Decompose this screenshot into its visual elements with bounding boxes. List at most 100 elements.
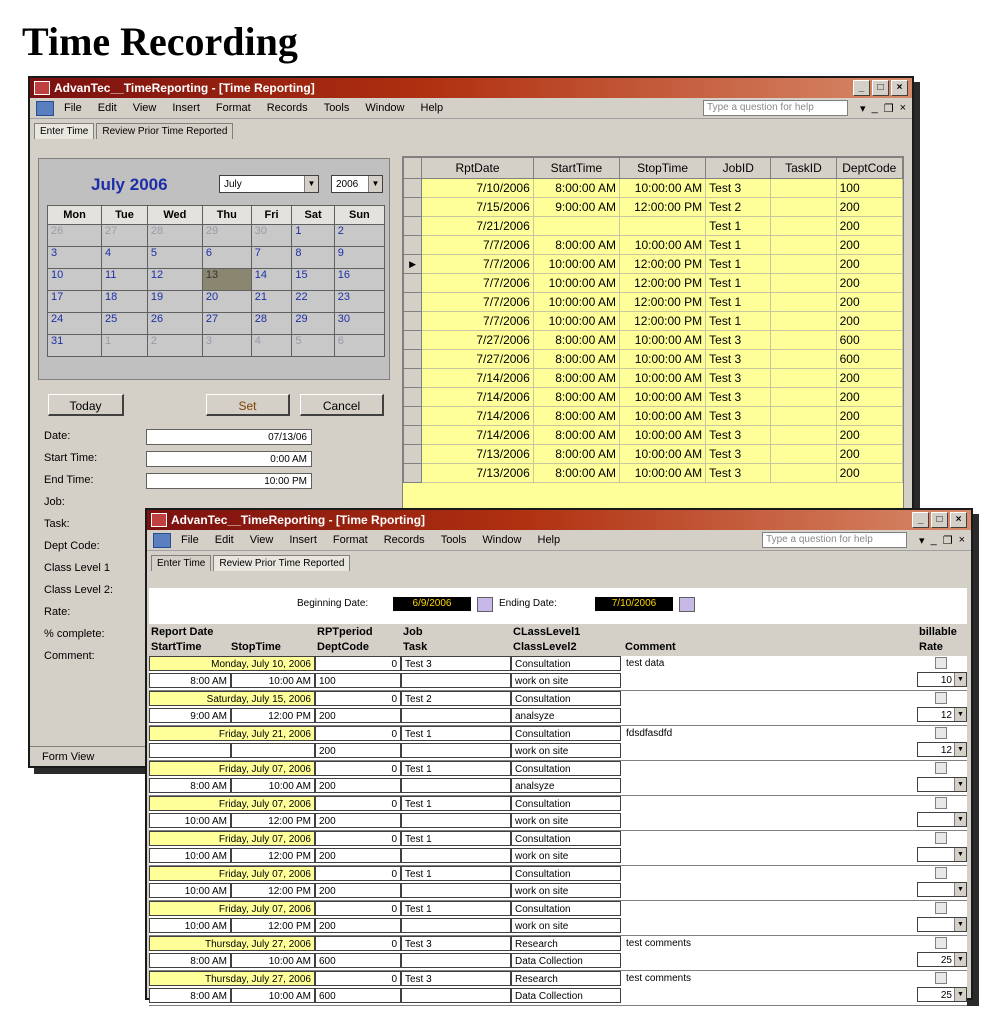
job-cell[interactable]: Test 2	[401, 691, 511, 706]
menu-help[interactable]: Help	[538, 534, 561, 546]
calendar-picker-icon[interactable]	[477, 597, 493, 612]
report-date-cell[interactable]: Friday, July 07, 2006	[149, 796, 315, 811]
table-cell[interactable]: 12:00:00 PM	[618, 273, 707, 293]
class-level2-cell[interactable]: work on site	[511, 673, 621, 688]
task-cell[interactable]	[401, 848, 511, 863]
table-cell[interactable]	[770, 273, 837, 293]
stop-time-cell[interactable]	[231, 743, 315, 758]
table-cell[interactable]: 200	[835, 425, 903, 445]
tab-enter-time[interactable]: Enter Time	[34, 123, 95, 139]
calendar-day[interactable]: 23	[333, 290, 386, 313]
table-cell[interactable]: 10:00:00 AM	[618, 368, 707, 388]
calendar-day[interactable]: 11	[101, 268, 148, 291]
date-field[interactable]: 07/13/06	[146, 429, 312, 445]
table-cell[interactable]: 7/14/2006	[421, 425, 534, 445]
table-cell[interactable]: Test 1	[705, 235, 772, 255]
calendar-day[interactable]: 14	[250, 268, 293, 291]
calendar-day[interactable]: 30	[250, 224, 293, 247]
table-cell[interactable]: 7/13/2006	[421, 463, 534, 483]
job-cell[interactable]: Test 3	[401, 936, 511, 951]
table-cell[interactable]: 10:00:00 AM	[618, 406, 707, 426]
today-button[interactable]: Today	[48, 394, 124, 416]
report-date-cell[interactable]: Friday, July 21, 2006	[149, 726, 315, 741]
table-row[interactable]: 7/7/2006 10:00:00 AM 12:00:00 PM Test 1 200	[403, 311, 903, 331]
menu-window[interactable]: Window	[365, 102, 404, 114]
table-cell[interactable]: 7/13/2006	[421, 444, 534, 464]
column-header[interactable]: TaskID	[770, 157, 837, 179]
menu-view[interactable]: View	[133, 102, 157, 114]
dept-code-cell[interactable]: 600	[315, 953, 401, 968]
table-cell[interactable]: 10:00:00 AM	[532, 311, 620, 331]
menu-insert[interactable]: Insert	[289, 534, 317, 546]
calendar-picker-icon[interactable]	[679, 597, 695, 612]
table-cell[interactable]: 200	[835, 216, 903, 236]
row-selector[interactable]	[403, 292, 423, 312]
rpt-period-cell[interactable]: 0	[315, 691, 401, 706]
help-dropdown-icon[interactable]: ▾	[860, 102, 866, 115]
start-time-cell[interactable]: 8:00 AM	[149, 778, 231, 793]
calendar-day[interactable]: 3	[201, 334, 252, 357]
billable-checkbox[interactable]	[935, 867, 947, 879]
dept-code-cell[interactable]: 200	[315, 708, 401, 723]
start-time-cell[interactable]: 9:00 AM	[149, 708, 231, 723]
row-selector[interactable]	[403, 311, 423, 331]
job-cell[interactable]: Test 3	[401, 971, 511, 986]
start-time-cell[interactable]	[149, 743, 231, 758]
table-cell[interactable]: Test 1	[705, 273, 772, 293]
table-cell[interactable]: 10:00:00 AM	[618, 444, 707, 464]
comment-cell[interactable]: test comments	[623, 936, 903, 951]
rate-combo[interactable]: ▼	[917, 812, 967, 827]
rate-combo[interactable]: 12 ▼	[917, 707, 967, 722]
report-date-cell[interactable]: Friday, July 07, 2006	[149, 831, 315, 846]
report-date-cell[interactable]: Thursday, July 27, 2006	[149, 936, 315, 951]
class-level1-cell[interactable]: Consultation	[511, 656, 621, 671]
class-level2-cell[interactable]: work on site	[511, 883, 621, 898]
table-cell[interactable]	[770, 444, 837, 464]
calendar-day[interactable]: 3	[46, 246, 103, 269]
table-cell[interactable]: Test 3	[705, 425, 772, 445]
row-selector-header[interactable]	[403, 157, 423, 179]
rpt-period-cell[interactable]: 0	[315, 866, 401, 881]
row-selector[interactable]	[403, 444, 423, 464]
class-level1-cell[interactable]: Consultation	[511, 831, 621, 846]
table-row[interactable]: 7/21/2006 Test 1 200	[403, 216, 903, 236]
calendar-day[interactable]: 31	[46, 334, 103, 357]
report-date-cell[interactable]: Friday, July 07, 2006	[149, 901, 315, 916]
class-level2-cell[interactable]: Data Collection	[511, 988, 621, 1003]
table-row[interactable]: ▶ 7/7/2006 10:00:00 AM 12:00:00 PM Test 1 200	[403, 254, 903, 274]
stop-time-cell[interactable]: 10:00 AM	[231, 673, 315, 688]
table-cell[interactable]: 100	[835, 178, 903, 198]
dept-code-cell[interactable]: 200	[315, 743, 401, 758]
table-cell[interactable]: 10:00:00 AM	[618, 235, 707, 255]
table-cell[interactable]: Test 2	[705, 197, 772, 217]
table-cell[interactable]: 10:00:00 AM	[618, 330, 707, 350]
calendar-day[interactable]: 15	[291, 268, 335, 291]
table-cell[interactable]: 600	[835, 349, 903, 369]
column-header[interactable]: StartTime	[532, 157, 620, 179]
calendar-day[interactable]: 5	[146, 246, 203, 269]
billable-checkbox[interactable]	[935, 727, 947, 739]
table-row[interactable]: 7/15/2006 9:00:00 AM 12:00:00 PM Test 2 200	[403, 197, 903, 217]
table-cell[interactable]: 10:00:00 AM	[532, 273, 620, 293]
close-icon[interactable]: ×	[950, 512, 967, 528]
table-cell[interactable]: Test 3	[705, 444, 772, 464]
class-level1-cell[interactable]: Consultation	[511, 901, 621, 916]
stop-time-cell[interactable]: 10:00 AM	[231, 953, 315, 968]
table-cell[interactable]	[770, 178, 837, 198]
table-cell[interactable]: 10:00:00 AM	[532, 254, 620, 274]
row-selector[interactable]	[403, 273, 423, 293]
table-cell[interactable]	[770, 349, 837, 369]
calendar-day[interactable]: 19	[146, 290, 203, 313]
calendar-day[interactable]: 26	[46, 224, 103, 247]
comment-cell[interactable]	[623, 901, 903, 916]
dept-code-cell[interactable]: 200	[315, 918, 401, 933]
stop-time-cell[interactable]: 10:00 AM	[231, 778, 315, 793]
class-level1-cell[interactable]: Consultation	[511, 866, 621, 881]
table-cell[interactable]: 200	[835, 444, 903, 464]
end-time-field[interactable]: 10:00 PM	[146, 473, 312, 489]
table-cell[interactable]: 8:00:00 AM	[532, 368, 620, 388]
table-cell[interactable]: 10:00:00 AM	[618, 387, 707, 407]
table-row[interactable]: 7/7/2006 10:00:00 AM 12:00:00 PM Test 1 200	[403, 273, 903, 293]
table-cell[interactable]	[770, 216, 837, 236]
job-cell[interactable]: Test 1	[401, 831, 511, 846]
